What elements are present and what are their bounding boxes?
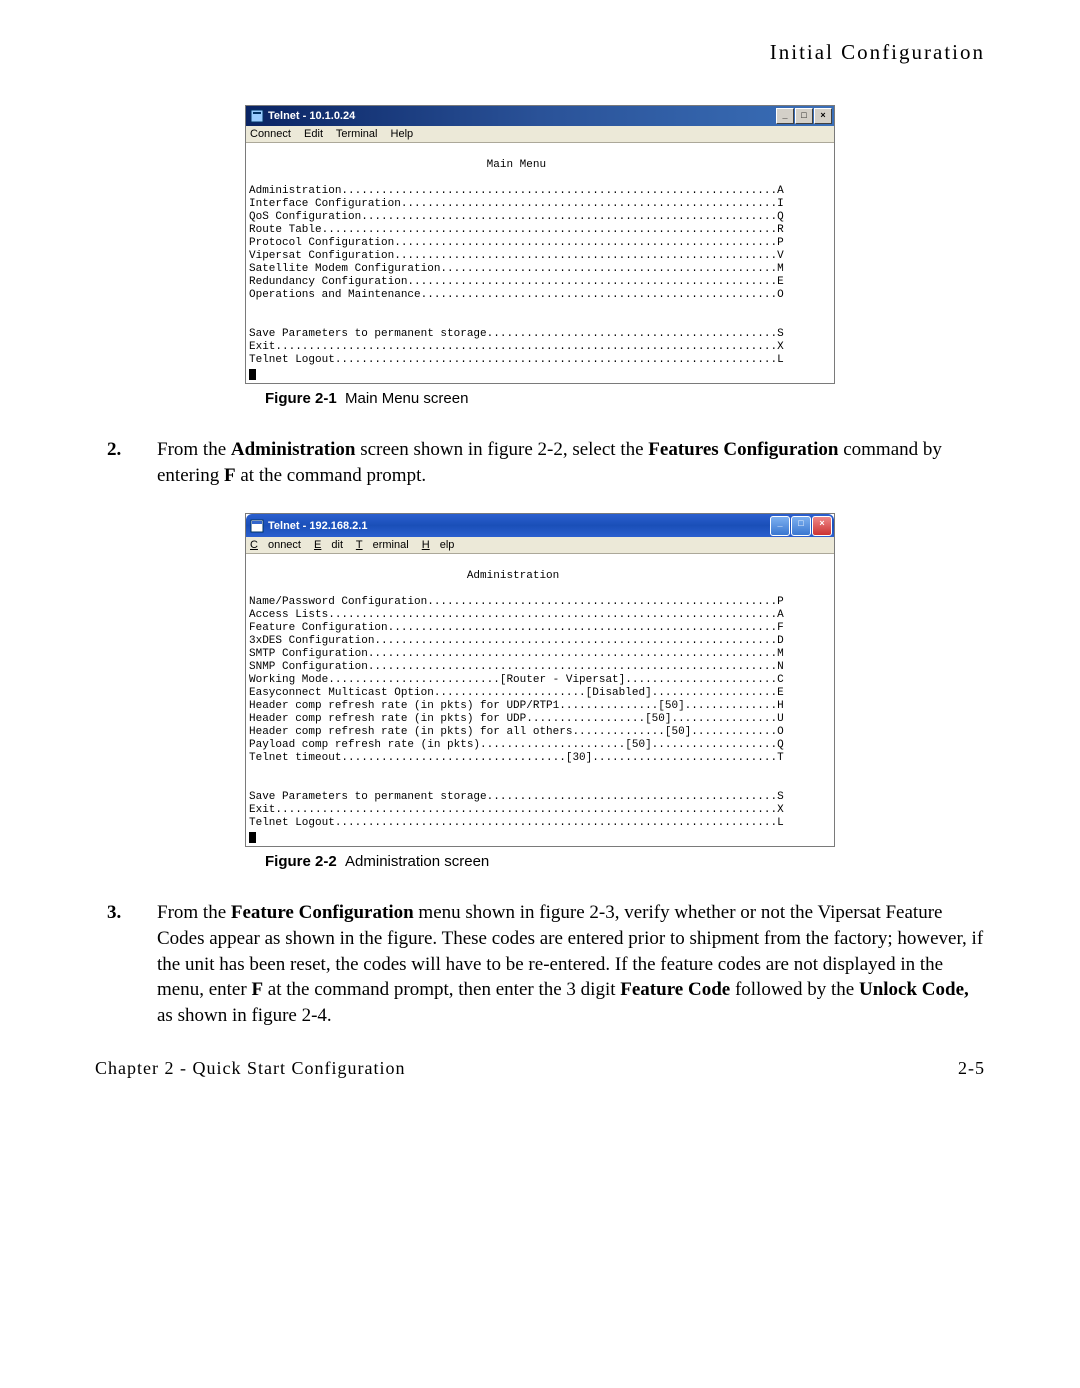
menu-edit[interactable]: Edit <box>314 539 343 551</box>
page-header: Initial Configuration <box>95 40 985 65</box>
terminal-1[interactable]: Main Menu Administration................… <box>246 143 834 383</box>
footer-left: Chapter 2 - Quick Start Configuration <box>95 1058 405 1079</box>
minimize-button[interactable]: _ <box>770 516 790 536</box>
telnet-window-1: Telnet - 10.1.0.24 _ □ × Connect Edit Te… <box>245 105 835 384</box>
close-button[interactable]: × <box>812 516 832 536</box>
figure-2-2-caption: Figure 2-2 Administration screen <box>265 853 985 870</box>
menu-terminal[interactable]: Terminal <box>356 539 409 551</box>
terminal-2[interactable]: Administration Name/Password Configurati… <box>246 554 834 846</box>
telnet1-title: Telnet - 10.1.0.24 <box>268 110 355 122</box>
minimize-button[interactable]: _ <box>776 108 794 124</box>
menubar-1: Connect Edit Terminal Help <box>246 126 834 143</box>
telnet2-title: Telnet - 192.168.2.1 <box>268 520 367 532</box>
maximize-button[interactable]: □ <box>795 108 813 124</box>
telnet-icon <box>250 519 264 533</box>
figure-2-1-caption: Figure 2-1 Main Menu screen <box>265 390 985 407</box>
maximize-button[interactable]: □ <box>791 516 811 536</box>
titlebar-2: Telnet - 192.168.2.1 _ □ × <box>246 514 834 537</box>
footer-right: 2-5 <box>958 1058 985 1079</box>
close-button[interactable]: × <box>814 108 832 124</box>
telnet-icon <box>250 109 264 123</box>
menubar-2: Connect Edit Terminal Help <box>246 537 834 554</box>
menu-connect[interactable]: Connect <box>250 539 301 551</box>
titlebar-1: Telnet - 10.1.0.24 _ □ × <box>246 106 834 126</box>
telnet-window-2: Telnet - 192.168.2.1 _ □ × Connect Edit … <box>245 513 835 847</box>
step-2: 2. From the Administration screen shown … <box>95 437 985 488</box>
menu-help[interactable]: Help <box>391 128 414 140</box>
page-footer: Chapter 2 - Quick Start Configuration 2-… <box>95 1058 985 1079</box>
menu-help[interactable]: Help <box>422 539 455 551</box>
step-3: 3. From the Feature Configuration menu s… <box>95 900 985 1028</box>
menu-connect[interactable]: Connect <box>250 128 291 140</box>
menu-terminal[interactable]: Terminal <box>336 128 378 140</box>
menu-edit[interactable]: Edit <box>304 128 323 140</box>
